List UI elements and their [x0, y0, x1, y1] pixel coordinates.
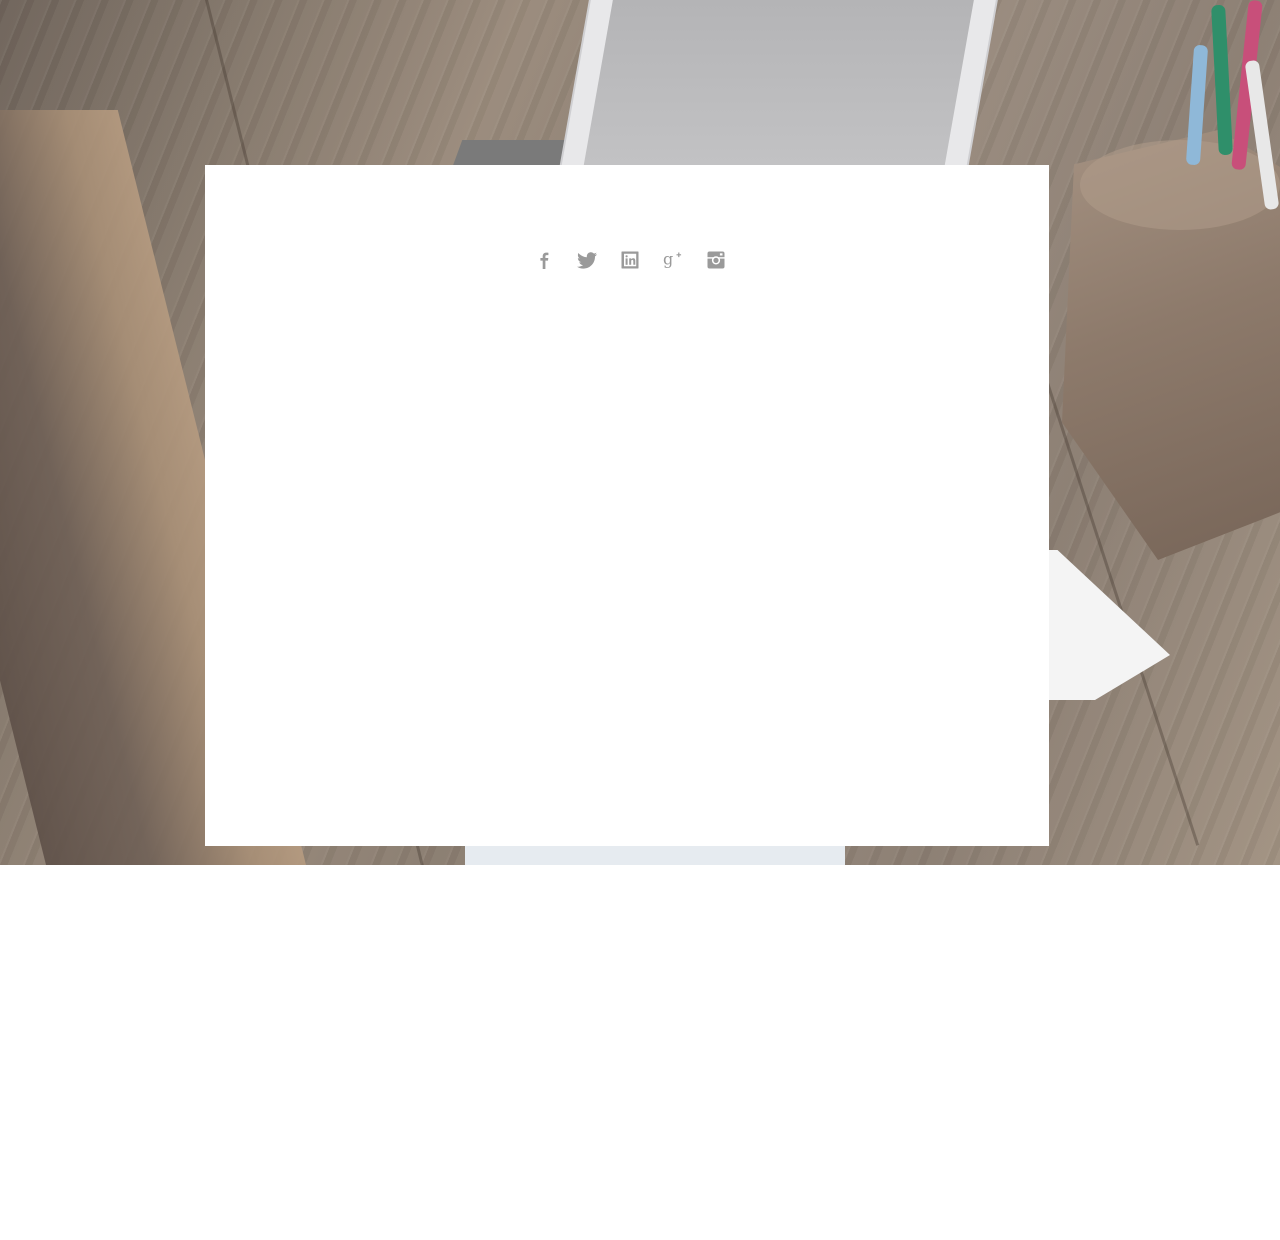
instagram-link[interactable] — [705, 249, 727, 271]
instagram-icon — [707, 251, 725, 269]
facebook-icon — [540, 252, 549, 269]
svg-text:g: g — [663, 250, 673, 269]
google-plus-icon: g — [663, 250, 682, 269]
facebook-link[interactable] — [533, 249, 555, 271]
pen-holder-top — [1080, 140, 1280, 230]
laptop-screen — [579, 0, 974, 190]
laptop — [557, 0, 998, 190]
linkedin-link[interactable] — [619, 249, 641, 271]
social-links: g — [205, 249, 1049, 271]
twitter-icon — [577, 252, 597, 269]
content-panel: g — [205, 165, 1049, 846]
google-plus-link[interactable]: g — [662, 249, 684, 271]
twitter-link[interactable] — [576, 249, 598, 271]
linkedin-icon — [621, 251, 639, 269]
